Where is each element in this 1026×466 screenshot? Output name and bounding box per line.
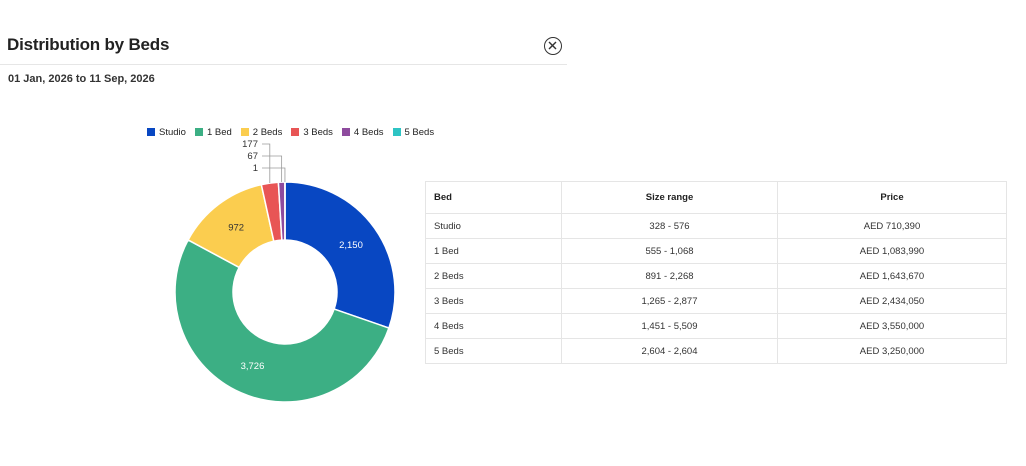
cell-size-range: 555 - 1,068 (561, 238, 778, 264)
legend-item-2-beds[interactable]: 2 Beds (240, 126, 283, 138)
leader-line-3-beds (262, 143, 271, 184)
legend-swatch (147, 128, 155, 136)
donut-slice-4-beds[interactable] (277, 181, 286, 241)
donut-slice-studio[interactable] (284, 181, 396, 329)
legend-swatch (194, 128, 203, 136)
donut-slice-1-bed[interactable] (174, 238, 390, 403)
data-label-3-beds: 177 (242, 139, 258, 150)
cell-size-range: 2,604 - 2,604 (561, 338, 778, 364)
cell-bed: 3 Beds (425, 288, 562, 314)
chart-legend: Studio 1 Bed 2 Beds 3 Beds 4 Beds 5 Beds (147, 125, 443, 139)
modal-title: Distribution by Beds (7, 35, 170, 54)
table-row: 4 Beds 1,451 - 5,509 AED 3,550,000 (425, 313, 1007, 339)
table-row: 5 Beds 2,604 - 2,604 AED 3,250,000 (425, 338, 1007, 364)
cell-price: AED 3,250,000 (777, 338, 1007, 364)
cell-bed: 5 Beds (425, 338, 562, 364)
donut-slice-2-beds[interactable] (187, 183, 275, 269)
cell-bed: Studio (425, 213, 562, 239)
legend-label: Studio (159, 126, 186, 138)
table-header-row: Bed Size range Price (425, 181, 1007, 214)
column-header-bed: Bed (425, 181, 562, 214)
legend-label: 2 Beds (252, 126, 283, 138)
data-label-1-bed: 3,726 (241, 361, 265, 372)
column-header-size-range: Size range (561, 181, 778, 214)
close-icon (548, 41, 557, 50)
table-row: 3 Beds 1,265 - 2,877 AED 2,434,050 (425, 288, 1007, 314)
cell-bed: 2 Beds (425, 263, 562, 289)
table-row: 1 Bed 555 - 1,068 AED 1,083,990 (425, 238, 1007, 264)
legend-swatch (240, 128, 249, 136)
cell-price: AED 1,083,990 (777, 238, 1007, 264)
legend-swatch (392, 128, 401, 136)
bed-price-table-container: Bed Size range Price Studio 328 - 576 AE… (425, 181, 1007, 364)
legend-item-4-beds[interactable]: 4 Beds (341, 126, 384, 138)
legend-item-1-bed[interactable]: 1 Bed (194, 126, 232, 138)
donut-slice-3-beds[interactable] (260, 181, 283, 243)
table-row: Studio 328 - 576 AED 710,390 (425, 213, 1007, 239)
cell-price: AED 2,434,050 (777, 288, 1007, 314)
cell-size-range: 1,265 - 2,877 (561, 288, 778, 314)
data-label-5-beds: 1 (253, 163, 258, 174)
cell-price: AED 1,643,670 (777, 263, 1007, 289)
modal-header: Distribution by Beds (0, 0, 567, 65)
legend-label: 5 Beds (404, 126, 435, 138)
legend-swatch (291, 128, 300, 136)
cell-price: AED 3,550,000 (777, 313, 1007, 339)
legend-label: 4 Beds (353, 126, 384, 138)
table-row: 2 Beds 891 - 2,268 AED 1,643,670 (425, 263, 1007, 289)
legend-swatch (341, 128, 350, 136)
cell-size-range: 328 - 576 (561, 213, 778, 239)
bed-price-table: Bed Size range Price Studio 328 - 576 AE… (425, 181, 1007, 364)
data-label-4-beds: 67 (247, 151, 258, 162)
date-range: 01 Jan, 2026 to 11 Sep, 2026 (8, 73, 155, 85)
leader-line-4-beds (262, 155, 283, 183)
legend-item-3-beds[interactable]: 3 Beds (291, 127, 333, 138)
data-label-studio: 2,150 (339, 240, 363, 251)
legend-label: 3 Beds (303, 126, 333, 138)
legend-item-5-beds[interactable]: 5 Beds (392, 126, 435, 138)
cell-price: AED 710,390 (777, 213, 1007, 239)
legend-item-studio[interactable]: Studio (147, 127, 186, 138)
legend-label: 1 Bed (206, 126, 232, 138)
cell-size-range: 891 - 2,268 (561, 263, 778, 289)
cell-bed: 1 Bed (425, 238, 562, 264)
cell-bed: 4 Beds (425, 313, 562, 339)
close-button[interactable] (544, 37, 562, 55)
cell-size-range: 1,451 - 5,509 (561, 313, 778, 339)
data-label-2-beds: 972 (228, 222, 244, 233)
leader-line-5-beds (262, 167, 286, 183)
column-header-price: Price (777, 181, 1007, 214)
